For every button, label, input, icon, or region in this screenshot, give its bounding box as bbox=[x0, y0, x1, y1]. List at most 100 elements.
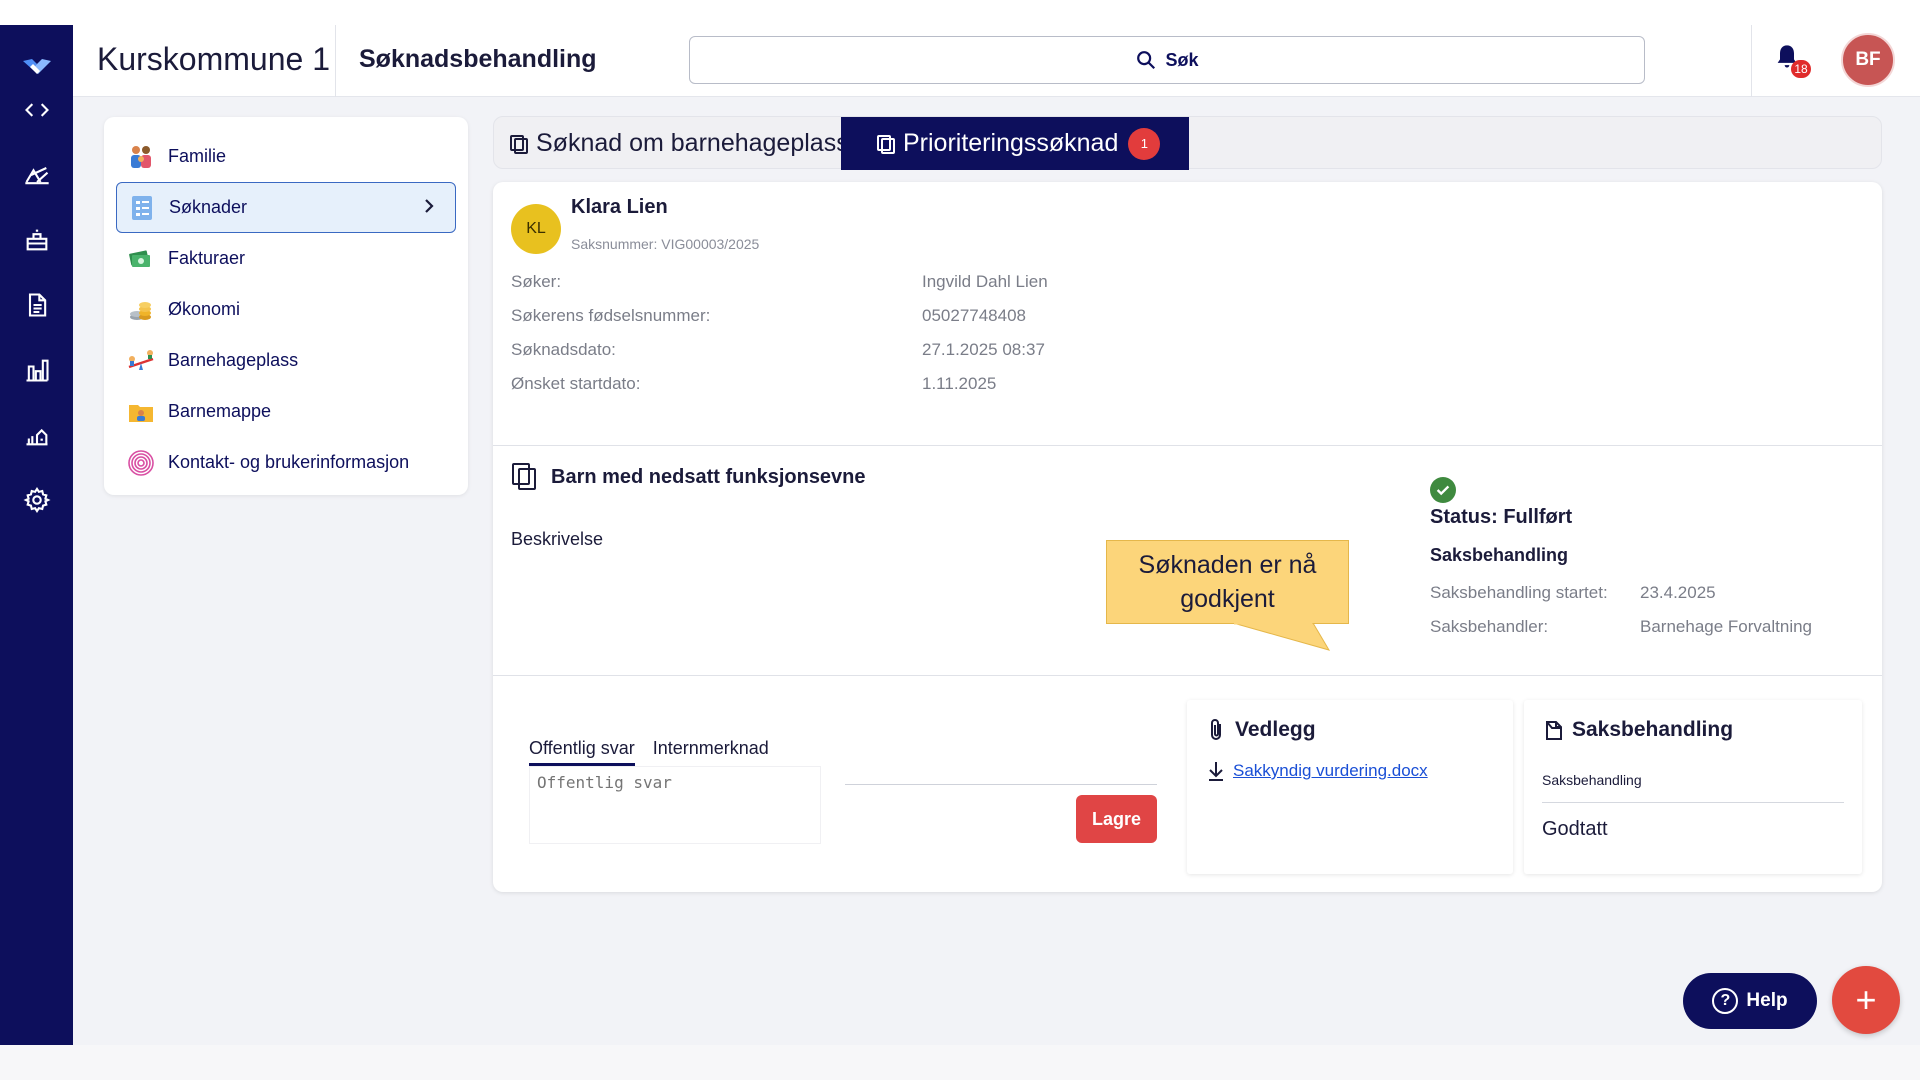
notifications-button[interactable]: 18 bbox=[1773, 43, 1813, 83]
playground-icon[interactable] bbox=[22, 160, 52, 190]
top-header: Kurskommune 1 Søknadsbehandling Søk 18 B… bbox=[73, 25, 1920, 97]
section-title: Søknadsbehandling bbox=[359, 45, 597, 73]
sidebar-item-label: Barnehageplass bbox=[168, 350, 299, 370]
field-label: Ønsket startdato: bbox=[511, 374, 641, 393]
app-rail bbox=[0, 25, 73, 1045]
case-handling-value[interactable]: Godtatt bbox=[1542, 818, 1608, 841]
settings-gear-icon[interactable] bbox=[22, 485, 52, 515]
user-avatar[interactable]: BF bbox=[1841, 33, 1895, 87]
code-icon[interactable] bbox=[22, 95, 52, 125]
case-handling-panel: Saksbehandling Saksbehandling Godtatt bbox=[1524, 700, 1862, 874]
sidebar-item-label: Barnemappe bbox=[168, 401, 272, 421]
copy-icon bbox=[512, 463, 536, 490]
sidebar-item-label: Økonomi bbox=[168, 299, 241, 319]
notification-count-badge: 18 bbox=[1791, 60, 1811, 78]
detail-value: Barnehage Forvaltning bbox=[1640, 617, 1813, 636]
field-value: 27.1.2025 08:37 bbox=[922, 340, 1045, 359]
description-label: Beskrivelse bbox=[511, 529, 604, 549]
reply-tabs: Offentlig svar Internmerknad bbox=[529, 738, 769, 766]
field-underline bbox=[1542, 802, 1844, 803]
sidebar-item-label: Kontakt- og brukerinformasjon bbox=[168, 452, 410, 472]
attachments-title-text: Vedlegg bbox=[1235, 718, 1316, 741]
priority-title-text: Barn med nedsatt funksjonsevne bbox=[551, 465, 866, 488]
sidebar-item-barnemappe[interactable]: Barnemappe bbox=[116, 386, 456, 437]
reply-divider bbox=[845, 784, 1157, 785]
tab-count-badge: 1 bbox=[1128, 127, 1161, 160]
sidebar-item-label: Søknader bbox=[169, 197, 248, 217]
attachments-panel: Vedlegg Sakkyndig vurdering.docx bbox=[1187, 700, 1513, 874]
sidebar-item-label: Familie bbox=[168, 146, 227, 166]
document-icon[interactable] bbox=[22, 290, 52, 320]
case-number: Saksnummer: VIG00003/2025 bbox=[571, 236, 760, 252]
bed-icon[interactable] bbox=[22, 225, 52, 255]
copy-icon bbox=[510, 134, 528, 154]
detail-label: Saksbehandler: bbox=[1430, 617, 1549, 636]
search-icon bbox=[1137, 51, 1156, 70]
field-label: Søker: bbox=[511, 272, 562, 291]
paperclip-icon bbox=[1211, 719, 1221, 740]
case-handling-title-text: Saksbehandling bbox=[1572, 718, 1734, 741]
tab-prioriteringssoknad[interactable]: Prioriteringssøknad 1 bbox=[841, 117, 1189, 170]
save-button[interactable]: Lagre bbox=[1076, 795, 1157, 843]
sidebar-item-okonomi[interactable]: Økonomi bbox=[116, 284, 456, 335]
sidebar-item-barnehageplass[interactable]: Barnehageplass bbox=[116, 335, 456, 386]
house-chart-icon[interactable] bbox=[22, 420, 52, 450]
sidebar-item-kontakt[interactable]: Kontakt- og brukerinformasjon bbox=[116, 437, 456, 488]
tab-offentlig-svar[interactable]: Offentlig svar bbox=[529, 738, 635, 766]
case-handling-title: Saksbehandling bbox=[1544, 718, 1733, 742]
case-handling-field-label: Saksbehandling bbox=[1542, 772, 1642, 788]
fingerprint-icon bbox=[126, 448, 156, 478]
callout-tail bbox=[1233, 623, 1331, 651]
check-circle-icon bbox=[1430, 477, 1456, 503]
application-card: KL Klara Lien Saksnummer: VIG00003/2025 … bbox=[493, 182, 1882, 892]
application-tabs: Søknad om barnehageplass Prioriteringssø… bbox=[493, 116, 1882, 170]
attachment-link[interactable]: Sakkyndig vurdering.docx bbox=[1233, 761, 1428, 781]
coins-icon bbox=[126, 295, 156, 325]
app-brand[interactable]: Kurskommune 1 bbox=[97, 41, 330, 78]
field-value: 1.11.2025 bbox=[922, 374, 997, 393]
priority-title: Barn med nedsatt funksjonsevne bbox=[511, 462, 866, 492]
detail-label: Saksbehandling startet: bbox=[1430, 583, 1608, 602]
question-circle-icon: ? bbox=[1712, 988, 1739, 1014]
copy-icon bbox=[877, 134, 895, 154]
sidebar-item-label: Fakturaer bbox=[168, 248, 246, 268]
section-divider bbox=[493, 675, 1882, 676]
search-label: Søk bbox=[1165, 49, 1199, 70]
family-sidebar: Familie Søknader Fakturaer Økonomi Barne… bbox=[104, 117, 468, 495]
document-list-icon bbox=[127, 193, 157, 223]
family-icon bbox=[126, 142, 156, 172]
detail-value: 23.4.2025 bbox=[1640, 583, 1716, 602]
attachment-item: Sakkyndig vurdering.docx bbox=[1207, 760, 1428, 782]
help-button[interactable]: ? Help bbox=[1683, 973, 1817, 1029]
chevron-right-icon bbox=[425, 199, 434, 213]
download-icon bbox=[1209, 762, 1223, 781]
app-logo-icon[interactable] bbox=[20, 47, 54, 81]
seesaw-icon bbox=[126, 346, 156, 376]
tab-label: Søknad om barnehageplass bbox=[536, 129, 849, 157]
section-divider bbox=[493, 445, 1882, 446]
field-value: 05027748408 bbox=[922, 306, 1027, 325]
help-label: Help bbox=[1746, 990, 1788, 1011]
document-stack-icon bbox=[1546, 721, 1562, 740]
top-strip bbox=[0, 0, 1920, 25]
search-bar[interactable]: Søk bbox=[689, 36, 1645, 84]
tab-internmerknad[interactable]: Internmerknad bbox=[653, 738, 769, 766]
sidebar-item-soknader[interactable]: Søknader bbox=[116, 182, 456, 233]
cash-icon bbox=[126, 244, 156, 274]
public-reply-textarea[interactable] bbox=[529, 766, 821, 844]
folder-child-icon bbox=[126, 397, 156, 427]
sidebar-item-familie[interactable]: Familie bbox=[116, 131, 456, 182]
field-label: Søknadsdato: bbox=[511, 340, 616, 359]
field-value: Ingvild Dahl Lien bbox=[922, 272, 1048, 291]
bottom-strip bbox=[0, 1045, 1920, 1080]
tab-label: Prioriteringssøknad bbox=[903, 129, 1119, 157]
bar-chart-icon[interactable] bbox=[22, 355, 52, 385]
attachments-title: Vedlegg bbox=[1207, 718, 1316, 742]
field-label: Søkerens fødselsnummer: bbox=[511, 306, 711, 325]
tab-soknad-om-barnehageplass[interactable]: Søknad om barnehageplass bbox=[508, 117, 849, 170]
approved-callout: Søknaden er nå godkjent bbox=[1106, 540, 1349, 624]
status-label: Status: Fullført bbox=[1430, 506, 1573, 528]
header-divider bbox=[335, 25, 336, 97]
sidebar-item-fakturaer[interactable]: Fakturaer bbox=[116, 233, 456, 284]
add-button[interactable]: + bbox=[1832, 966, 1900, 1034]
